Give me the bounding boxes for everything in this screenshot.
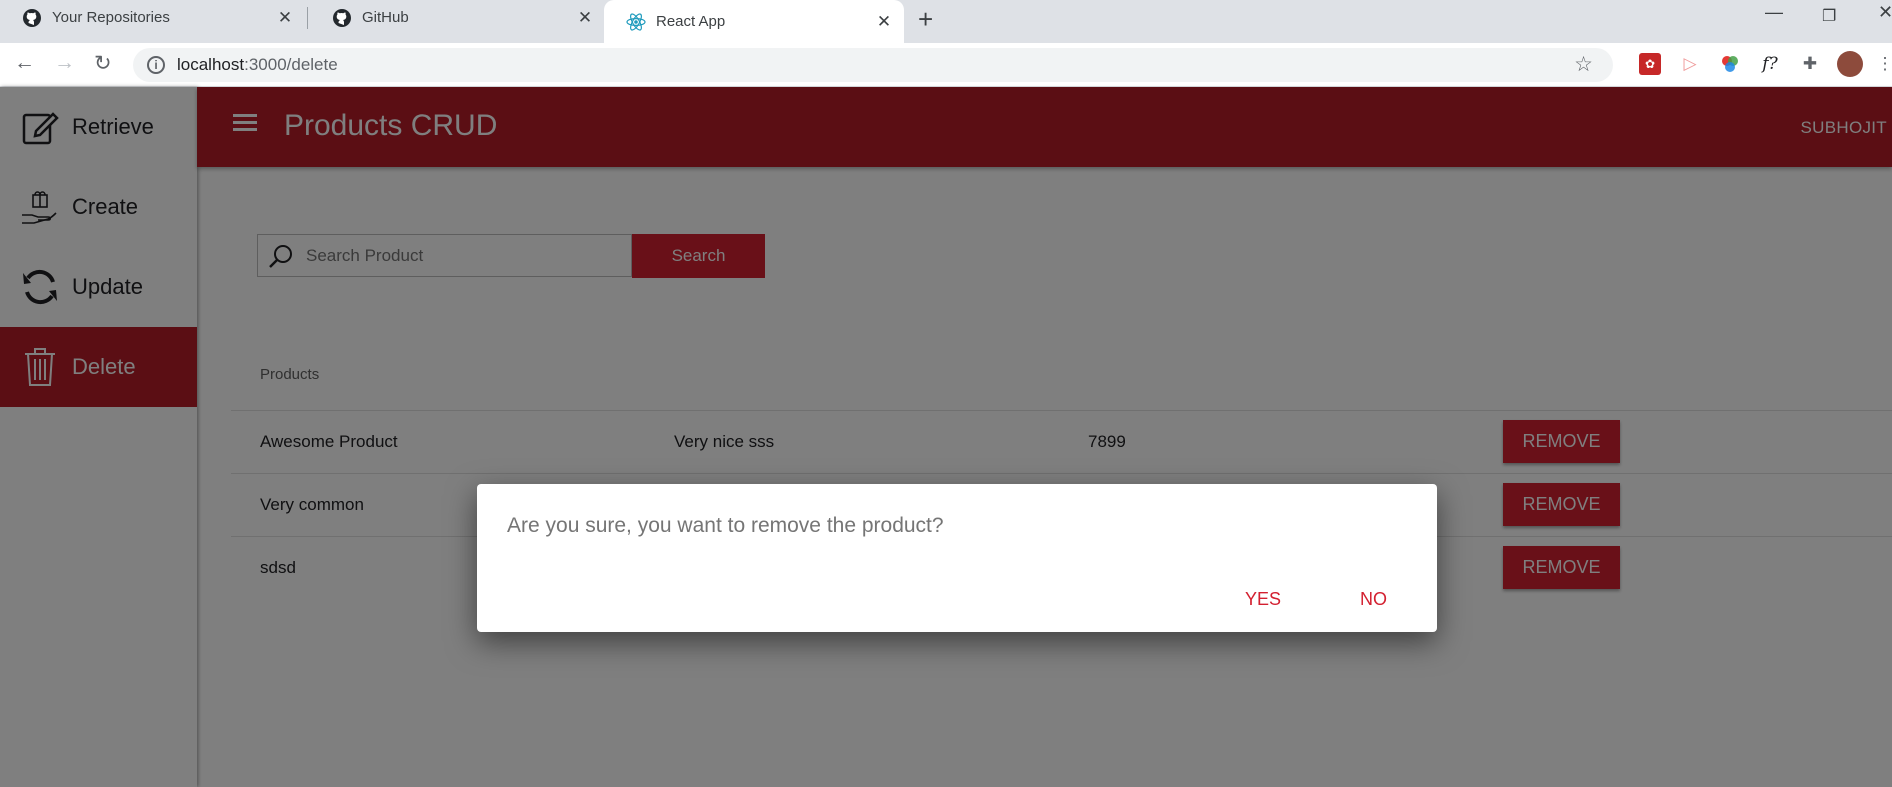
back-icon[interactable]: ← <box>14 51 35 75</box>
profile-avatar-icon[interactable] <box>1837 51 1863 77</box>
confirm-dialog: Are you sure, you want to remove the pro… <box>477 484 1437 632</box>
modal-backdrop[interactable] <box>0 87 1892 787</box>
close-icon[interactable]: ✕ <box>874 12 894 32</box>
minimize-icon[interactable]: — <box>1765 2 1783 23</box>
browser-tab-strip: Your Repositories ✕ GitHub ✕ React App ✕… <box>0 0 1892 43</box>
more-menu-icon[interactable]: ⋮ <box>1874 53 1892 75</box>
github-icon <box>22 8 42 28</box>
react-icon <box>626 12 646 32</box>
tab-separator <box>307 7 308 29</box>
no-button[interactable]: NO <box>1360 589 1387 610</box>
close-window-icon[interactable]: ✕ <box>1878 2 1892 23</box>
tab-github[interactable]: GitHub ✕ <box>310 0 605 35</box>
info-icon[interactable]: i <box>147 56 165 74</box>
address-bar[interactable]: i localhost:3000/delete ☆ <box>133 48 1613 82</box>
dialog-message: Are you sure, you want to remove the pro… <box>507 514 944 537</box>
bookmark-star-icon[interactable]: ☆ <box>1574 52 1593 77</box>
close-icon[interactable]: ✕ <box>275 8 295 28</box>
extension-1-icon[interactable]: ✿ <box>1639 53 1661 75</box>
url-text: localhost:3000/delete <box>177 55 338 74</box>
tab-title: GitHub <box>362 9 409 26</box>
color-picker-icon[interactable] <box>1719 53 1741 75</box>
new-tab-icon[interactable]: + <box>918 4 933 35</box>
tab-title: Your Repositories <box>52 9 170 26</box>
restore-icon[interactable]: ❐ <box>1822 6 1836 26</box>
close-icon[interactable]: ✕ <box>575 8 595 28</box>
extension-2-icon[interactable]: ▷ <box>1679 53 1701 75</box>
tab-your-repositories[interactable]: Your Repositories ✕ <box>0 0 305 35</box>
extensions-puzzle-icon[interactable]: ✚ <box>1799 53 1821 75</box>
yes-button[interactable]: YES <box>1245 589 1281 610</box>
function-icon[interactable]: f? <box>1759 53 1781 75</box>
reload-icon[interactable]: ↻ <box>94 51 112 76</box>
browser-toolbar: ← → ↻ i localhost:3000/delete ☆ ✿ ▷ f? ✚… <box>0 43 1892 87</box>
forward-icon[interactable]: → <box>54 51 75 75</box>
github-icon <box>332 8 352 28</box>
tab-react-app[interactable]: React App ✕ <box>604 0 904 43</box>
tab-title: React App <box>656 13 726 30</box>
